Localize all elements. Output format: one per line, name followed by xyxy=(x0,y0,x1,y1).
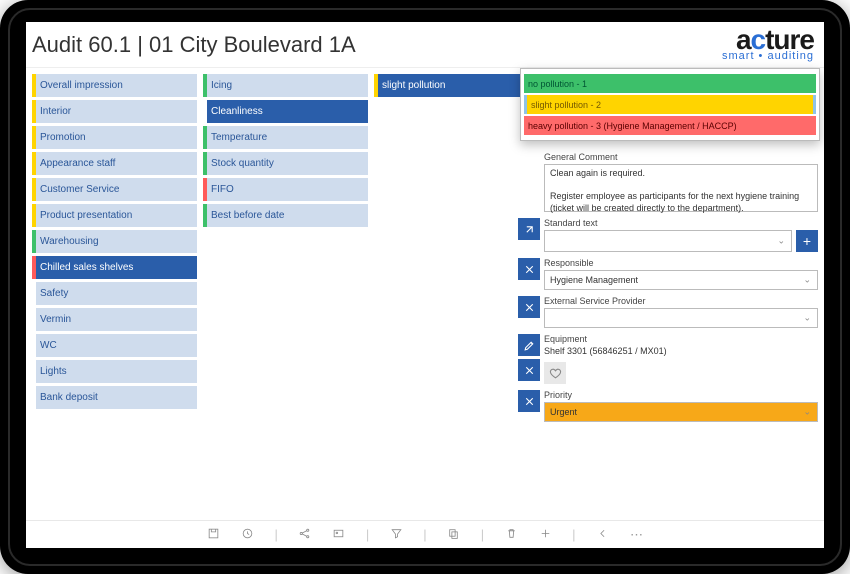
filter-icon[interactable] xyxy=(389,527,403,543)
back-icon[interactable] xyxy=(595,527,609,543)
equipment-label: Equipment xyxy=(544,334,818,344)
list-item-label: Safety xyxy=(36,288,197,299)
page-title: Audit 60.1 | 01 City Boulevard 1A xyxy=(32,32,356,58)
save-icon[interactable] xyxy=(207,527,221,543)
add-icon[interactable] xyxy=(538,527,552,543)
list-item[interactable]: Appearance staff xyxy=(32,152,197,175)
list-item[interactable]: Bank deposit xyxy=(32,386,197,409)
list-item-label: Bank deposit xyxy=(36,392,197,403)
list-item-label: Icing xyxy=(207,80,368,91)
equipment-value: Shelf 3301 (56846251 / MX01) xyxy=(544,346,818,356)
list-item-label: FIFO xyxy=(207,184,368,195)
list-item-label: Appearance staff xyxy=(36,158,197,169)
rating-option-3[interactable]: heavy pollution - 3 (Hygiene Management … xyxy=(524,116,816,135)
list-item[interactable]: Icing xyxy=(203,74,368,97)
list-item[interactable]: FIFO xyxy=(203,178,368,201)
form-panel: General Comment Clean again is required.… xyxy=(518,152,818,422)
list-item[interactable]: Promotion xyxy=(32,126,197,149)
list-item[interactable]: Lights xyxy=(32,360,197,383)
priority-label: Priority xyxy=(544,390,818,400)
list-item-label: Vermin xyxy=(36,314,197,325)
more-icon[interactable]: ⋯ xyxy=(629,527,643,543)
list-item-label: slight pollution xyxy=(378,80,539,91)
esp-select[interactable]: ⌄ xyxy=(544,308,818,328)
add-standard-text-button[interactable]: + xyxy=(796,230,818,252)
list-item-label: Stock quantity xyxy=(207,158,368,169)
close-responsible-button[interactable] xyxy=(518,258,540,280)
subcategory-column: Icing Cleanliness Temperature Stock quantit… xyxy=(203,74,368,518)
copy-icon[interactable] xyxy=(447,527,461,543)
rating-option-2[interactable]: slight pollution - 2 xyxy=(524,95,816,114)
list-item[interactable]: Best before date xyxy=(203,204,368,227)
standard-text-select[interactable]: ⌄ xyxy=(544,230,792,252)
history-icon[interactable] xyxy=(241,527,255,543)
rating-popup: no pollution - 1 slight pollution - 2 he… xyxy=(520,68,820,141)
list-item-label: Best before date xyxy=(207,210,368,221)
list-item-label: Promotion xyxy=(36,132,197,143)
responsible-select[interactable]: Hygiene Management⌄ xyxy=(544,270,818,290)
list-item[interactable]: Overall impression xyxy=(32,74,197,97)
list-item-label: Customer Service xyxy=(36,184,197,195)
list-item-label: WC xyxy=(36,340,197,351)
close-priority-button[interactable] xyxy=(518,390,540,412)
edit-equipment-button[interactable] xyxy=(518,334,540,356)
header: Audit 60.1 | 01 City Boulevard 1A acture… xyxy=(26,22,824,68)
category-column: Overall impression Interior Promotion Appea… xyxy=(32,74,197,518)
favorite-button[interactable] xyxy=(544,362,566,384)
list-item[interactable]: Temperature xyxy=(203,126,368,149)
responsible-label: Responsible xyxy=(544,258,818,268)
rating-option-1[interactable]: no pollution - 1 xyxy=(524,74,816,93)
tablet-frame: Audit 60.1 | 01 City Boulevard 1A acture… xyxy=(0,0,850,574)
list-item[interactable]: Product presentation xyxy=(32,204,197,227)
share-icon[interactable] xyxy=(298,527,312,543)
general-comment-label: General Comment xyxy=(544,152,818,162)
list-item[interactable]: WC xyxy=(32,334,197,357)
list-item[interactable]: Cleanliness xyxy=(203,100,368,123)
bottom-toolbar: | | | | | ⋯ xyxy=(26,520,824,548)
screen: Audit 60.1 | 01 City Boulevard 1A acture… xyxy=(26,22,824,548)
list-item[interactable]: Chilled sales shelves xyxy=(32,256,197,279)
list-item[interactable]: Safety xyxy=(32,282,197,305)
chevron-down-icon: ⌄ xyxy=(803,407,811,418)
list-item-label: Warehousing xyxy=(36,236,197,247)
expand-button[interactable] xyxy=(518,218,540,240)
list-item[interactable]: Vermin xyxy=(32,308,197,331)
list-item-label: Chilled sales shelves xyxy=(36,262,197,273)
close-esp-button[interactable] xyxy=(518,296,540,318)
list-item-label: Temperature xyxy=(207,132,368,143)
list-item[interactable]: slight pollution xyxy=(374,74,539,97)
chevron-down-icon: ⌄ xyxy=(803,275,811,286)
esp-label: External Service Provider xyxy=(544,296,818,306)
list-item[interactable]: Customer Service xyxy=(32,178,197,201)
list-item-label: Interior xyxy=(36,106,197,117)
list-item-label: Cleanliness xyxy=(207,106,368,117)
detail-column: slight pollution xyxy=(374,74,539,518)
chevron-down-icon: ⌄ xyxy=(777,236,785,247)
general-comment-input[interactable]: Clean again is required. Register employ… xyxy=(544,164,818,212)
list-item[interactable]: Stock quantity xyxy=(203,152,368,175)
list-item[interactable]: Interior xyxy=(32,100,197,123)
list-item-label: Overall impression xyxy=(36,80,197,91)
chevron-down-icon: ⌄ xyxy=(803,313,811,324)
priority-select[interactable]: Urgent⌄ xyxy=(544,402,818,422)
list-item[interactable]: Warehousing xyxy=(32,230,197,253)
image-icon[interactable] xyxy=(332,527,346,543)
standard-text-label: Standard text xyxy=(544,218,818,228)
delete-icon[interactable] xyxy=(504,527,518,543)
list-item-label: Product presentation xyxy=(36,210,197,221)
logo: acture smart • auditing xyxy=(722,28,818,61)
list-item-label: Lights xyxy=(36,366,197,377)
close-equipment-button[interactable] xyxy=(518,359,540,381)
